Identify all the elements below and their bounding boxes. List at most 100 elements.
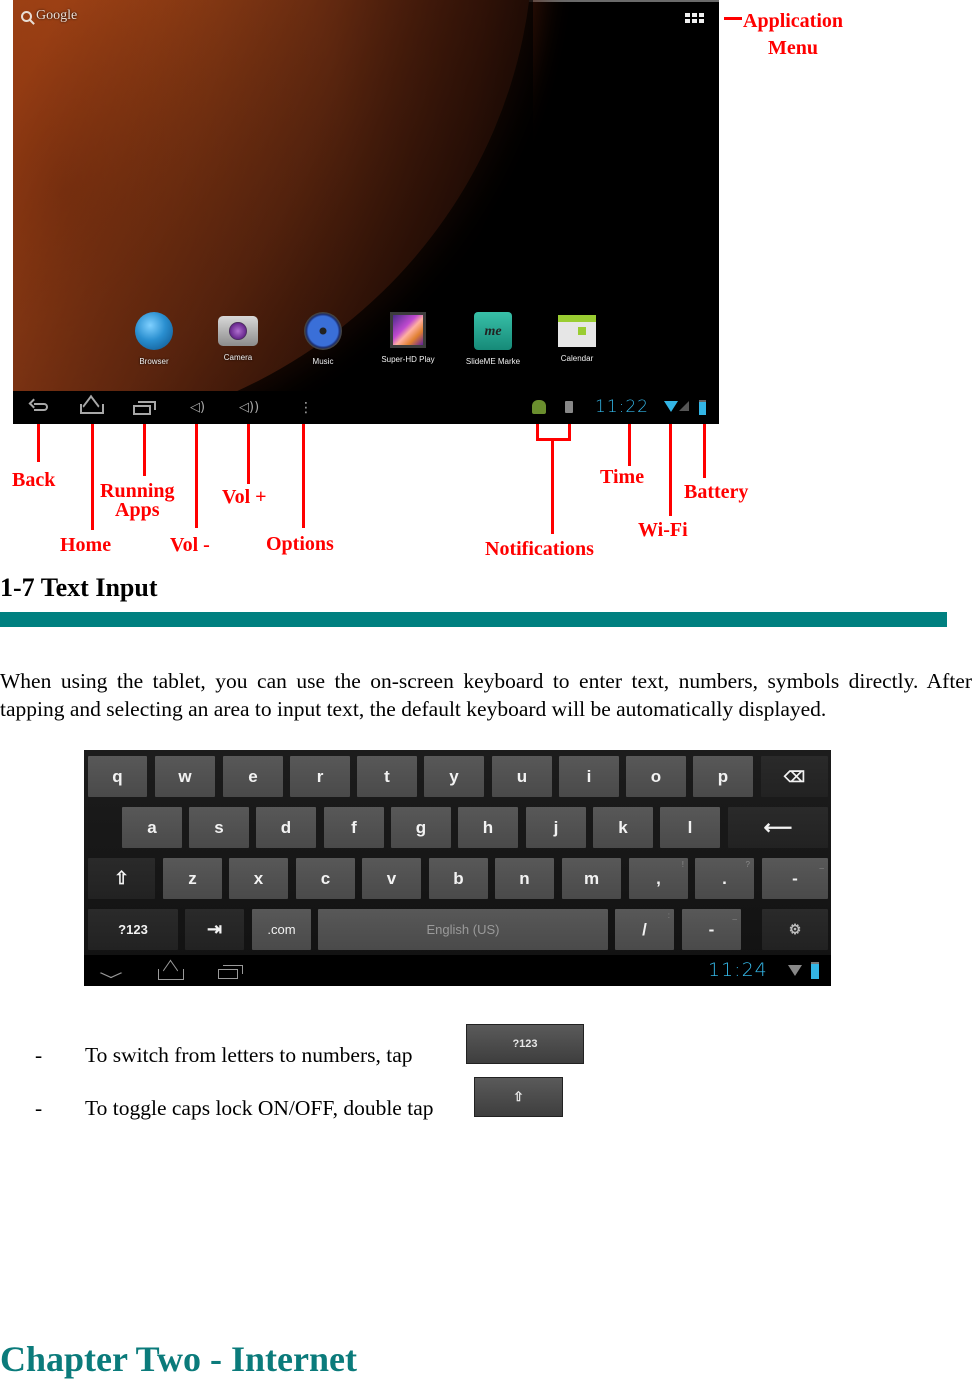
key-t[interactable]: t xyxy=(357,756,417,797)
callout-options: Options xyxy=(266,533,334,555)
volume-down-icon[interactable]: ◁) xyxy=(190,399,205,417)
app-music[interactable]: Music xyxy=(283,312,363,366)
app-browser[interactable]: Browser xyxy=(114,312,194,366)
callout-time: Time xyxy=(600,466,645,488)
callout-battery: Battery xyxy=(684,481,749,503)
home-icon[interactable] xyxy=(79,399,105,417)
key-n[interactable]: n xyxy=(495,858,554,899)
slideme-market-icon xyxy=(474,312,512,350)
system-navigation-bar: ◁) ◁)) ⋮ 11:22 xyxy=(13,391,719,424)
globe-icon xyxy=(135,312,173,350)
signal-icon xyxy=(679,401,689,411)
bullet-dash: - xyxy=(35,1043,43,1067)
home-icon[interactable] xyxy=(158,964,184,980)
speaker-icon xyxy=(304,312,342,350)
key-k[interactable]: k xyxy=(593,807,653,848)
key-r[interactable]: r xyxy=(290,756,350,797)
app-calendar[interactable]: Calendar xyxy=(537,312,617,363)
key-i[interactable]: i xyxy=(559,756,619,797)
app-super-hd-play[interactable]: Super-HD Play xyxy=(368,312,448,364)
app-slideme-market[interactable]: SlideME Marke xyxy=(453,312,533,366)
symbols-key[interactable]: ?123 xyxy=(88,909,178,950)
key-l[interactable]: l xyxy=(660,807,720,848)
key-h[interactable]: h xyxy=(458,807,518,848)
app-label: Camera xyxy=(223,353,253,362)
keyboard-status-time[interactable]: 11:24 xyxy=(708,959,768,981)
callout-line-home xyxy=(91,424,94,530)
key-period-hint: ? xyxy=(745,860,750,869)
wifi-icon[interactable] xyxy=(664,401,678,412)
calendar-icon xyxy=(558,315,596,347)
key-m[interactable]: m xyxy=(562,858,621,899)
tab-icon[interactable]: ⇥ xyxy=(185,909,244,950)
key-g[interactable]: g xyxy=(391,807,451,848)
key-u[interactable]: u xyxy=(492,756,552,797)
app-label: Browser xyxy=(139,357,169,366)
dotcom-key[interactable]: .com xyxy=(252,909,311,950)
recent-apps-icon[interactable] xyxy=(133,399,157,417)
app-label: SlideME Marke xyxy=(465,357,521,366)
key-dash[interactable]: - _ xyxy=(762,858,828,899)
key-o[interactable]: o xyxy=(626,756,686,797)
key-slash-hint: : xyxy=(667,911,670,920)
sd-card-notification-icon[interactable] xyxy=(565,401,573,413)
battery-charging-icon[interactable] xyxy=(811,962,819,979)
shift-icon[interactable]: ⇧ xyxy=(88,858,155,899)
key-w[interactable]: w xyxy=(155,756,215,797)
key-slash[interactable]: / : xyxy=(615,909,674,950)
key-q[interactable]: q xyxy=(88,756,147,797)
key-v[interactable]: v xyxy=(362,858,421,899)
backspace-icon[interactable]: ⌫ xyxy=(761,756,828,797)
key-minus-hint: _ xyxy=(732,911,737,920)
tablet-home-screenshot: Google Browser Camera Music Super-HD Pla… xyxy=(13,0,719,424)
application-menu-icon[interactable] xyxy=(685,13,704,24)
key-minus[interactable]: - _ xyxy=(682,909,741,950)
shift-key-image: ⇧ xyxy=(474,1077,563,1117)
app-dock: Browser Camera Music Super-HD Play Slide… xyxy=(13,312,719,382)
key-x[interactable]: x xyxy=(229,858,288,899)
options-menu-icon[interactable]: ⋮ xyxy=(299,399,313,417)
key-comma[interactable]: , ! xyxy=(629,858,688,899)
callout-line-application-menu xyxy=(724,17,742,20)
recent-apps-icon[interactable] xyxy=(218,963,244,979)
key-dash-label: - xyxy=(792,868,798,888)
key-f[interactable]: f xyxy=(324,807,384,848)
keyboard-navigation-bar: 11:24 xyxy=(84,955,831,986)
volume-up-icon[interactable]: ◁)) xyxy=(239,399,259,417)
wifi-icon[interactable] xyxy=(788,965,802,976)
key-a[interactable]: a xyxy=(122,807,182,848)
callout-running-apps: Running Apps xyxy=(100,481,175,520)
key-c[interactable]: c xyxy=(296,858,355,899)
android-notification-icon[interactable] xyxy=(532,400,546,414)
status-time[interactable]: 11:22 xyxy=(595,397,649,417)
callout-line-wifi xyxy=(669,424,672,516)
space-bar[interactable]: English (US) xyxy=(318,909,608,950)
app-label: Calendar xyxy=(560,354,594,363)
key-period[interactable]: . ? xyxy=(695,858,754,899)
key-comma-label: , xyxy=(656,868,661,888)
section-rule xyxy=(0,612,947,627)
enter-icon[interactable]: ⟵ xyxy=(728,807,828,848)
keyboard-settings-icon[interactable]: ⚙ xyxy=(762,909,828,950)
key-d[interactable]: d xyxy=(256,807,316,848)
back-icon[interactable] xyxy=(28,399,52,417)
callout-vol-down: Vol - xyxy=(170,534,210,556)
google-search-label: Google xyxy=(36,8,78,23)
hide-keyboard-icon[interactable] xyxy=(99,967,123,979)
key-p[interactable]: p xyxy=(693,756,753,797)
battery-icon[interactable] xyxy=(699,400,706,415)
chapter-title: Chapter Two - Internet xyxy=(0,1339,357,1379)
key-y[interactable]: y xyxy=(424,756,484,797)
app-camera[interactable]: Camera xyxy=(198,312,278,362)
key-b[interactable]: b xyxy=(429,858,488,899)
callout-line-time xyxy=(628,424,631,466)
key-period-label: . xyxy=(722,868,727,888)
key-s[interactable]: s xyxy=(189,807,249,848)
callout-vol-up: Vol + xyxy=(222,486,267,508)
bullet-text: To switch from letters to numbers, tap xyxy=(85,1043,413,1067)
key-j[interactable]: j xyxy=(526,807,586,848)
key-z[interactable]: z xyxy=(163,858,222,899)
google-search-widget[interactable]: Google xyxy=(21,8,77,24)
callout-notifications: Notifications xyxy=(485,538,594,560)
key-e[interactable]: e xyxy=(223,756,283,797)
